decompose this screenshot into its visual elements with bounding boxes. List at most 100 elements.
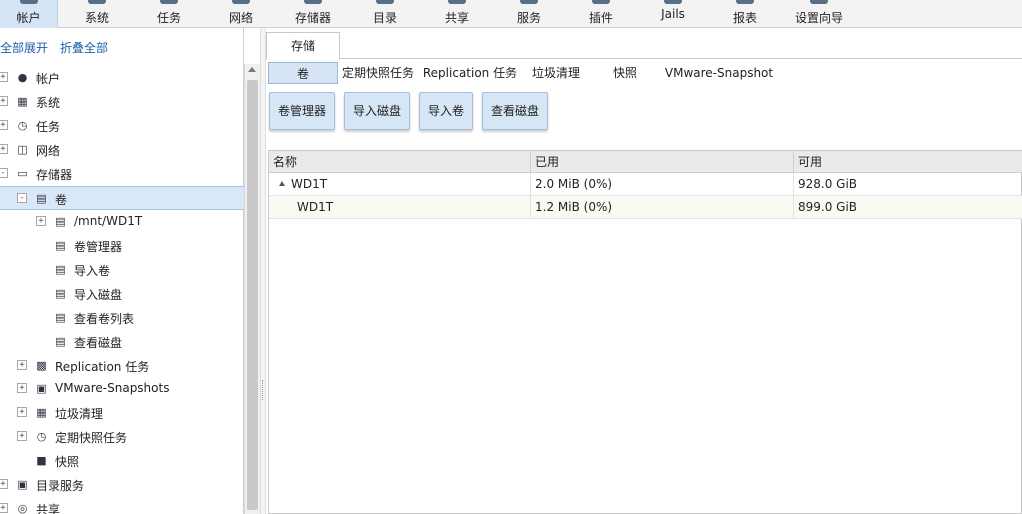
tree-item-volume-manager[interactable]: ▤ 卷管理器 (0, 234, 244, 258)
import-volume-button[interactable]: 导入卷 (419, 92, 473, 130)
tree-item-view-volumes[interactable]: ▤ 查看卷列表 (0, 306, 244, 330)
tree-item-vmware-snapshots[interactable]: + ▣ VMware-Snapshots (0, 377, 244, 401)
tree-item-import-disk[interactable]: ▤ 导入磁盘 (0, 282, 244, 306)
nav-sharing[interactable]: 共享 (430, 0, 484, 28)
jails-icon (664, 0, 682, 4)
nav-label: 共享 (444, 11, 469, 25)
tree-item-label: 帐户 (36, 72, 61, 86)
scroll-up-icon[interactable] (248, 67, 256, 72)
sharing-icon: ◎ (17, 502, 28, 514)
tree-item-label: 共享 (36, 503, 61, 514)
column-header-name[interactable]: 名称 (269, 151, 531, 173)
nav-label: 网络 (228, 11, 253, 25)
view-disks-button[interactable]: 查看磁盘 (482, 92, 548, 130)
tree-item-import-volume[interactable]: ▤ 导入卷 (0, 258, 244, 282)
tree-item-tasks[interactable]: + ◷ 任务 (0, 114, 244, 138)
expand-toggle[interactable]: + (0, 479, 8, 489)
nav-jails[interactable]: Jails (646, 0, 700, 28)
scrollbar-thumb[interactable] (247, 80, 258, 510)
cell-name: WD1T (269, 173, 531, 196)
tree-item-label: 垃圾清理 (55, 407, 104, 421)
tree-item-mnt-wd1t[interactable]: + ▤ /mnt/WD1T (0, 210, 244, 234)
expand-toggle[interactable]: + (36, 216, 46, 226)
tree-item-label: 导入磁盘 (74, 288, 123, 302)
tree-item-accounts[interactable]: + ● 帐户 (0, 66, 244, 90)
subtab-periodic-snapshot[interactable]: 定期快照任务 (342, 62, 414, 84)
volume-icon: ▤ (55, 215, 66, 228)
import-disk-icon: ▤ (55, 287, 66, 300)
directory-service-icon: ▣ (17, 478, 28, 491)
tree-item-label: 查看卷列表 (74, 312, 135, 326)
tree-expand-bar: 全部展开 折叠全部 (0, 28, 244, 64)
tree-item-volumes[interactable]: - ▤ 卷 (0, 186, 244, 210)
users-icon (19, 0, 38, 4)
left-tree-panel: 全部展开 折叠全部 + ● 帐户 + ▦ 系统 + ◷ 任务 + ◫ 网络 - … (0, 28, 244, 514)
tree-item-snapshots[interactable]: ■ 快照 (0, 449, 244, 473)
cell-available: 928.0 GiB (798, 177, 858, 191)
cell-used: 2.0 MiB (0%) (531, 173, 794, 196)
nav-label: 报表 (732, 11, 757, 25)
tree-item-sharing[interactable]: + ◎ 共享 (0, 497, 244, 514)
column-header-available[interactable]: 可用 (794, 151, 1022, 173)
nav-label: 插件 (588, 11, 613, 25)
expand-toggle[interactable]: + (0, 120, 8, 130)
sharing-icon (448, 0, 466, 4)
nav-system[interactable]: 系统 (70, 0, 124, 28)
volume-manager-button[interactable]: 卷管理器 (269, 92, 335, 130)
tree-item-scrub[interactable]: + ▦ 垃圾清理 (0, 401, 244, 425)
collapse-toggle[interactable]: - (17, 193, 27, 203)
expand-toggle[interactable]: + (0, 503, 8, 513)
subtab-volumes[interactable]: 卷 (268, 62, 338, 84)
tree-item-network[interactable]: + ◫ 网络 (0, 138, 244, 162)
column-header-used[interactable]: 已用 (531, 151, 794, 173)
nav-label: 存储器 (294, 11, 331, 25)
tree-item-label: 网络 (36, 144, 61, 158)
tree-item-label: 系统 (36, 96, 61, 110)
nav-network[interactable]: 网络 (214, 0, 268, 28)
storage-icon (304, 0, 322, 4)
nav-storage[interactable]: 存储器 (286, 0, 340, 28)
tree-item-view-disks[interactable]: ▤ 查看磁盘 (0, 330, 244, 354)
expand-toggle[interactable]: + (17, 407, 27, 417)
nav-tasks[interactable]: 任务 (142, 0, 196, 28)
tree-item-system[interactable]: + ▦ 系统 (0, 90, 244, 114)
action-button-bar: 卷管理器 导入磁盘 导入卷 查看磁盘 (266, 87, 1022, 147)
tree-scrollbar[interactable] (244, 64, 260, 514)
tree-item-label: 定期快照任务 (55, 431, 128, 445)
subtab-vmware-snapshot[interactable]: VMware-Snapshot (662, 62, 776, 84)
table-row[interactable]: WD1T 2.0 MiB (0%) 928.0 GiB (269, 173, 1022, 196)
tree-item-label: /mnt/WD1T (74, 214, 143, 228)
tree-item-label: 卷 (55, 193, 68, 207)
nav-directory[interactable]: 目录 (358, 0, 412, 28)
table-row[interactable]: WD1T 1.2 MiB (0%) 899.0 GiB (269, 196, 1022, 219)
expand-all-link[interactable]: 全部展开 (0, 39, 48, 56)
expand-toggle[interactable]: + (0, 72, 8, 82)
expand-toggle[interactable]: + (17, 431, 27, 441)
nav-services[interactable]: 服务 (502, 0, 556, 28)
subtab-scrub[interactable]: 垃圾清理 (528, 62, 584, 84)
subtab-replication[interactable]: Replication 任务 (422, 62, 518, 84)
users-icon: ● (17, 71, 28, 84)
expand-toggle[interactable]: + (17, 360, 27, 370)
tree-item-label: Replication 任务 (55, 360, 150, 374)
vmware-icon: ▣ (36, 382, 47, 395)
expand-toggle[interactable]: + (17, 383, 27, 393)
nav-plugins[interactable]: 插件 (574, 0, 628, 28)
tree-item-periodic-snapshot[interactable]: + ◷ 定期快照任务 (0, 425, 244, 449)
tree-item-directory-services[interactable]: + ▣ 目录服务 (0, 473, 244, 497)
splitter-grip-icon[interactable] (262, 380, 264, 400)
nav-wizard[interactable]: 设置向导 (786, 0, 852, 28)
subtab-snapshots[interactable]: 快照 (608, 62, 642, 84)
tree-item-replication[interactable]: + ▩ Replication 任务 (0, 354, 244, 378)
nav-accounts[interactable]: 帐户 (0, 0, 58, 28)
tree-item-storage[interactable]: - ▭ 存储器 (0, 162, 244, 186)
nav-reporting[interactable]: 报表 (718, 0, 772, 28)
expand-toggle[interactable]: + (0, 96, 8, 106)
expand-caret-icon[interactable] (279, 181, 285, 186)
collapse-all-link[interactable]: 折叠全部 (60, 39, 108, 56)
import-volume-icon: ▤ (55, 263, 66, 276)
collapse-toggle[interactable]: - (0, 168, 8, 178)
tab-storage[interactable]: 存储 (266, 32, 340, 60)
expand-toggle[interactable]: + (0, 144, 8, 154)
import-disk-button[interactable]: 导入磁盘 (344, 92, 410, 130)
